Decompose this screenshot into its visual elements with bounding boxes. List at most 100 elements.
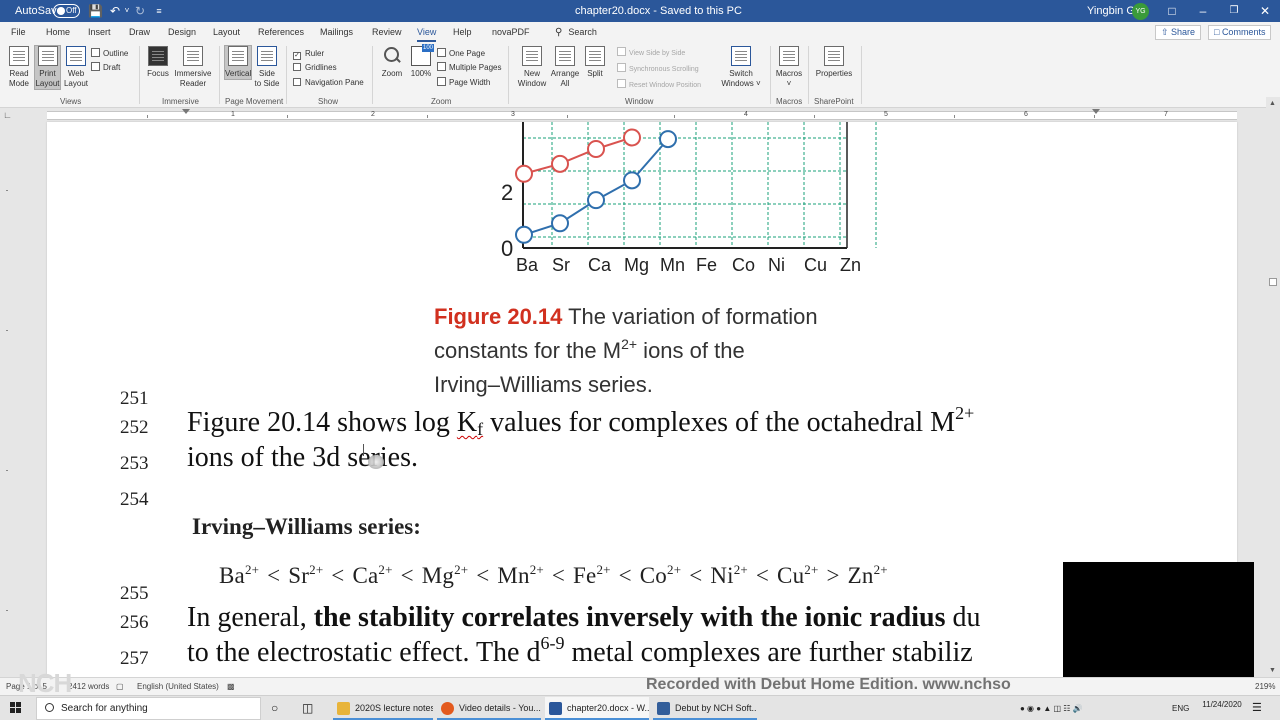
tab-review[interactable]: Review <box>372 22 402 42</box>
task-view-icon[interactable]: ◫ <box>302 701 313 715</box>
properties-label: Properties <box>815 69 853 78</box>
scroll-thumb[interactable] <box>1269 278 1277 286</box>
ruler-tick <box>674 115 675 118</box>
synchronous-scrolling-button[interactable]: Synchronous Scrolling <box>617 63 699 76</box>
customize-quick-access-icon[interactable]: ≡ <box>152 0 166 22</box>
tab-view[interactable]: View <box>417 22 437 42</box>
ruler-tick <box>427 115 428 118</box>
body-line-252[interactable]: Figure 20.14 shows log Kf values for com… <box>187 404 974 439</box>
tab-draw[interactable]: Draw <box>129 22 150 42</box>
print-layout-button[interactable]: Print Layout <box>34 45 61 90</box>
minimize-icon[interactable]: – <box>1188 0 1218 22</box>
tab-file[interactable]: File <box>11 22 26 42</box>
accessibility-icon[interactable]: ▩ <box>227 682 235 691</box>
tab-selector-icon[interactable]: ∟ <box>3 110 12 120</box>
ruler-checkbox[interactable]: ✓ Ruler <box>293 47 324 60</box>
vertical-scrollbar[interactable]: ▲ ▼ <box>1266 97 1280 677</box>
autosave-toggle[interactable]: Off <box>53 4 80 18</box>
tab-references[interactable]: References <box>258 22 304 42</box>
navigation-pane-checkbox[interactable]: Navigation Pane <box>293 76 364 89</box>
windows-start-icon[interactable] <box>10 702 22 714</box>
tab-novapdf[interactable]: novaPDF <box>492 22 530 42</box>
multiple-pages-button[interactable]: Multiple Pages <box>437 61 501 74</box>
navigation-pane-check-icon <box>293 78 301 86</box>
taskbar-clock[interactable]: 11/24/2020 <box>1202 700 1242 709</box>
undo-dropdown-icon[interactable]: ˅ <box>120 0 134 22</box>
properties-button[interactable]: Properties <box>813 46 855 79</box>
notification-icon[interactable]: ☰ <box>1252 696 1262 720</box>
tell-me-search[interactable]: ⚲ Search <box>555 22 597 42</box>
taskbar-app-label: chapter20.docx - W... <box>567 703 649 713</box>
immersive-reader-button[interactable]: Immersive Reader <box>172 46 214 89</box>
vertical-button[interactable]: Vertical <box>224 45 252 80</box>
right-indent-marker-icon[interactable] <box>1092 109 1100 114</box>
tab-home[interactable]: Home <box>46 22 70 42</box>
word-window: AutoSave Off 💾 ↶ ˅ ↻ ≡ chapter20.docx - … <box>0 0 1280 720</box>
horizontal-ruler[interactable]: ∟ 1 2 3 4 5 6 7 <box>0 108 1280 122</box>
ruler-track: 1 2 3 4 5 6 7 <box>47 109 1237 120</box>
cortana-icon[interactable]: ○ <box>271 701 278 715</box>
taskbar-search-input[interactable]: Search for anything <box>36 697 261 720</box>
body-line-253[interactable]: ions of the 3d series. <box>187 442 418 474</box>
tab-help[interactable]: Help <box>453 22 472 42</box>
taskbar-app-debut[interactable]: Debut by NCH Soft... <box>653 697 757 720</box>
macros-button[interactable]: Macros ˅ <box>774 46 804 89</box>
redo-icon[interactable]: ↻ <box>133 0 147 22</box>
zoom-100-button[interactable]: 100% <box>408 44 434 79</box>
split-button[interactable]: Split <box>582 46 608 79</box>
web-layout-button[interactable]: Web Layout <box>63 46 89 89</box>
outline-button[interactable]: Outline <box>91 47 128 60</box>
tab-layout[interactable]: Layout <box>213 22 240 42</box>
avatar[interactable]: YG <box>1132 3 1149 20</box>
arrange-all-button[interactable]: Arrange All <box>548 46 582 89</box>
side-to-side-button[interactable]: Side to Side <box>253 46 281 89</box>
scroll-up-icon[interactable]: ▲ <box>1269 100 1276 107</box>
vertical-ruler[interactable] <box>0 122 12 677</box>
ribbon-view: Read Mode Print Layout Web Layout Outlin… <box>0 42 1280 108</box>
read-mode-button[interactable]: Read Mode <box>5 46 33 89</box>
tab-insert[interactable]: Insert <box>88 22 111 42</box>
zoom-percent[interactable]: 219% <box>1255 682 1275 691</box>
ruler-tick <box>287 115 288 118</box>
clock-date: 11/24/2020 <box>1202 700 1242 709</box>
split-label: Split <box>587 69 603 78</box>
left-indent-marker-icon[interactable] <box>182 109 190 114</box>
language[interactable]: English (United States) <box>137 682 219 691</box>
taskbar-app-word[interactable]: chapter20.docx - W... <box>545 697 649 720</box>
ribbon-display-options-icon[interactable]: □ <box>1157 0 1187 22</box>
document-page[interactable]: 2 0 Ba Sr Ca Mg Mn Fe Co Ni Cu Zn Figure 20.14 The … <box>47 122 1237 677</box>
proofing-icon[interactable]: ▢ <box>116 682 124 691</box>
iw-ion-charge: 2+ <box>454 562 469 577</box>
tab-design[interactable]: Design <box>168 22 196 42</box>
word-count[interactable]: 2412 words <box>68 682 109 691</box>
reset-window-position-icon <box>617 79 626 88</box>
switch-windows-button[interactable]: Switch Windows ˅ <box>720 46 762 89</box>
body-bold-text: the stability correlates inversely with … <box>313 602 946 633</box>
ruler-number: 4 <box>744 111 748 118</box>
one-page-button[interactable]: One Page <box>437 47 485 60</box>
share-button[interactable]: ⇧ Share <box>1155 25 1202 40</box>
comments-label: Comments <box>1221 27 1266 37</box>
tray-icons[interactable]: ● ◉ ● ▲ ◫ ☷ 🔊 <box>1020 696 1083 720</box>
page-width-button[interactable]: Page Width <box>437 76 490 89</box>
reset-window-position-button[interactable]: Reset Window Position <box>617 79 701 92</box>
taskbar-app-firefox[interactable]: Video details - You... <box>437 697 541 720</box>
taskbar-app-explorer[interactable]: 2020S lecture notes <box>333 697 433 720</box>
focus-button[interactable]: Focus <box>145 46 171 79</box>
input-language[interactable]: ENG <box>1172 696 1189 720</box>
new-window-button[interactable]: New Window <box>514 46 550 89</box>
restore-icon[interactable]: ❐ <box>1219 0 1249 22</box>
comments-button[interactable]: □ Comments <box>1208 25 1272 40</box>
view-side-by-side-button[interactable]: View Side by Side <box>617 47 685 60</box>
tab-mailings[interactable]: Mailings <box>320 22 353 42</box>
close-icon[interactable]: ✕ <box>1250 0 1280 22</box>
text-cursor-icon <box>363 444 364 456</box>
body-line-257[interactable]: to the electrostatic effect. The d6-9 me… <box>187 634 973 669</box>
save-icon[interactable]: 💾 <box>88 0 103 22</box>
body-line-256[interactable]: In general, the stability correlates inv… <box>187 602 980 634</box>
ruler-tick <box>6 470 8 471</box>
gridlines-checkbox[interactable]: Gridlines <box>293 61 337 74</box>
scroll-down-icon[interactable]: ▼ <box>1269 667 1276 674</box>
zoom-button[interactable]: Zoom <box>378 46 406 79</box>
draft-button[interactable]: Draft <box>91 61 120 74</box>
